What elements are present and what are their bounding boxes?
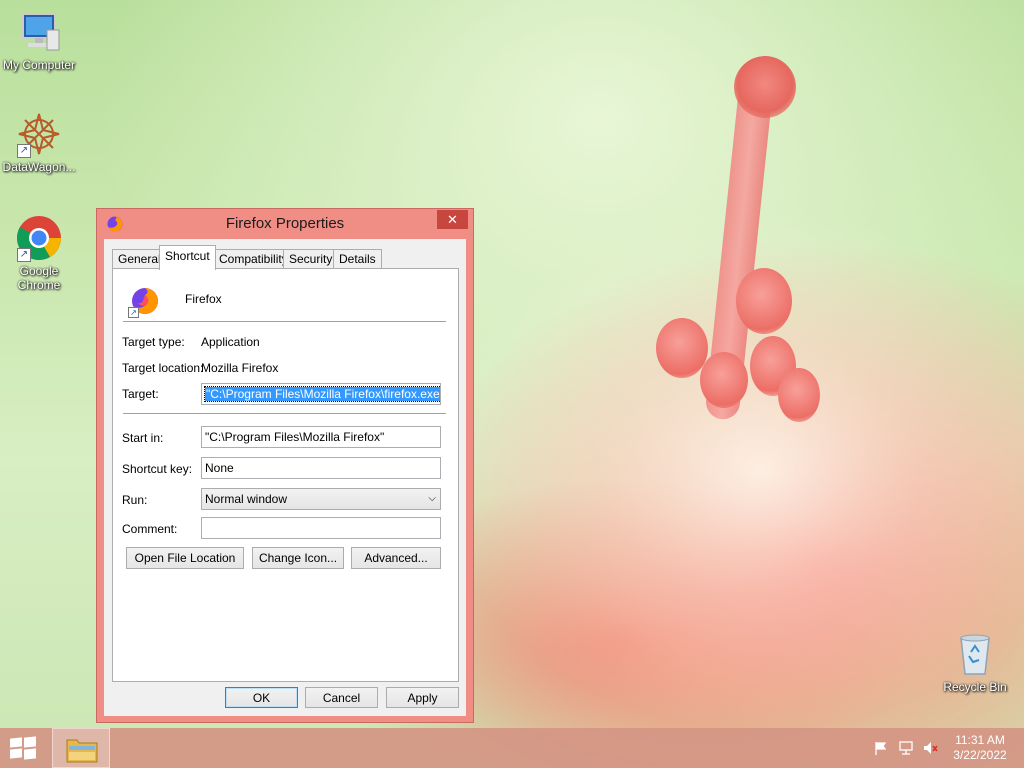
tab-shortcut[interactable]: Shortcut: [159, 245, 216, 270]
tab-details[interactable]: Details: [333, 249, 382, 269]
tab-compatibility[interactable]: Compatibility: [213, 249, 294, 269]
comment-label: Comment:: [122, 522, 178, 536]
start-in-label: Start in:: [122, 431, 164, 445]
action-center-flag-icon[interactable]: [872, 740, 890, 756]
wallpaper-anther: [656, 318, 708, 378]
window-title: Firefox Properties: [225, 215, 345, 232]
file-explorer-icon: [66, 739, 98, 763]
shortcut-tab-panel: ↗ Firefox Target type: Application Targe…: [112, 268, 459, 682]
target-type-label: Target type:: [122, 335, 185, 349]
separator: [123, 413, 446, 414]
firefox-icon: ↗: [128, 285, 161, 318]
separator: [123, 321, 446, 322]
target-location-value: Mozilla Firefox: [201, 361, 279, 375]
recycle-bin-icon: [951, 630, 999, 678]
chevron-down-icon: ⌵: [428, 493, 436, 504]
clock-time: 11:31 AM: [955, 733, 1005, 747]
wallpaper-anther: [736, 268, 792, 334]
computer-icon: [15, 8, 63, 56]
clock-date: 3/22/2022: [953, 748, 1007, 762]
tab-security[interactable]: Security: [283, 249, 339, 269]
shortcut-name: Firefox: [185, 292, 222, 306]
datawagon-icon: ↗: [15, 110, 63, 158]
run-select-value: Normal window: [205, 492, 288, 506]
start-in-field[interactable]: "C:\Program Files\Mozilla Firefox": [201, 426, 441, 448]
windows-logo-icon: [10, 737, 22, 748]
target-type-value: Application: [201, 335, 260, 349]
desktop-icon-label: Google Chrome: [17, 264, 61, 292]
shortcut-arrow-icon: ↗: [17, 144, 31, 158]
wallpaper-anther: [778, 368, 820, 422]
start-button[interactable]: [8, 736, 38, 760]
shortcut-arrow-icon: ↗: [17, 248, 31, 262]
chrome-icon: ↗: [15, 214, 63, 262]
wallpaper-flower-tip: [734, 56, 796, 118]
open-file-location-button[interactable]: Open File Location: [126, 547, 244, 569]
taskbar-file-explorer[interactable]: [52, 728, 110, 768]
change-icon-button[interactable]: Change Icon...: [252, 547, 344, 569]
run-label: Run:: [122, 493, 148, 507]
target-value: "C:\Program Files\Mozilla Firefox\firefo…: [204, 386, 440, 402]
desktop-icon-my-computer[interactable]: My Computer: [0, 8, 78, 72]
firefox-properties-window: Firefox Properties ✕ General Shortcut Co…: [96, 208, 474, 723]
window-titlebar[interactable]: Firefox Properties ✕: [97, 209, 473, 239]
run-select[interactable]: Normal window ⌵: [201, 488, 441, 510]
ok-button[interactable]: OK: [225, 687, 298, 708]
network-icon[interactable]: [897, 740, 915, 756]
cancel-button[interactable]: Cancel: [305, 687, 378, 708]
desktop-icon-google-chrome[interactable]: ↗ Google Chrome: [0, 214, 78, 292]
desktop-icon-label: DataWagon...: [2, 160, 76, 174]
target-location-label: Target location:: [122, 361, 204, 375]
desktop-icon-label: My Computer: [2, 58, 76, 72]
target-label: Target:: [122, 387, 159, 401]
wallpaper-anther: [700, 352, 748, 408]
shortcut-arrow-icon: ↗: [128, 307, 139, 318]
shortcut-key-field[interactable]: None: [201, 457, 441, 479]
target-field[interactable]: "C:\Program Files\Mozilla Firefox\firefo…: [201, 383, 441, 405]
desktop-icon-recycle-bin[interactable]: Recycle Bin: [936, 630, 1014, 694]
system-clock[interactable]: 11:31 AM 3/22/2022: [940, 733, 1020, 763]
advanced-button[interactable]: Advanced...: [351, 547, 441, 569]
volume-muted-icon[interactable]: [921, 740, 939, 756]
dialog-body: General Shortcut Compatibility Security …: [104, 239, 466, 716]
taskbar: 11:31 AM 3/22/2022: [0, 728, 1024, 768]
close-button[interactable]: ✕: [437, 210, 468, 229]
shortcut-key-label: Shortcut key:: [122, 462, 193, 476]
apply-button[interactable]: Apply: [386, 687, 459, 708]
desktop-icon-label: Recycle Bin: [943, 680, 1007, 694]
desktop-icon-datawagon[interactable]: ↗ DataWagon...: [0, 110, 78, 174]
comment-field[interactable]: [201, 517, 441, 539]
